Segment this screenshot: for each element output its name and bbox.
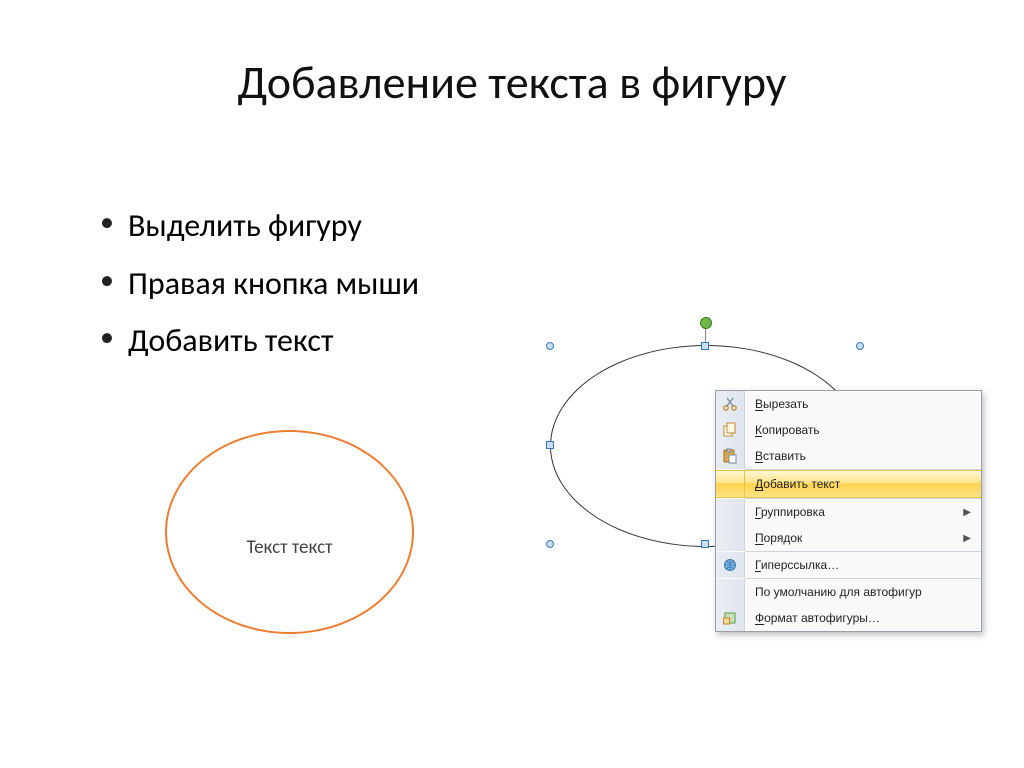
menu-icon-slot xyxy=(716,471,745,497)
hyperlink-icon xyxy=(716,552,745,578)
menu-item[interactable]: Вставить xyxy=(716,443,981,469)
format-icon xyxy=(716,605,745,631)
resize-handle-tl[interactable] xyxy=(546,342,554,350)
menu-icon-slot xyxy=(716,499,745,525)
menu-item-label: Порядок xyxy=(745,531,963,545)
shape-text: Текст текст xyxy=(247,536,333,559)
menu-item[interactable]: Добавить текст xyxy=(716,470,981,498)
bullet-list: Выделить фигуру Правая кнопка мыши Добав… xyxy=(60,197,419,370)
menu-item[interactable]: Копировать xyxy=(716,417,981,443)
bullet-item: Добавить текст xyxy=(100,312,419,370)
menu-item-label: Вырезать xyxy=(745,397,981,411)
rotation-handle[interactable] xyxy=(700,317,712,329)
resize-handle-b[interactable] xyxy=(701,540,709,548)
menu-item-label: Вставить xyxy=(745,449,981,463)
cut-icon xyxy=(716,391,745,417)
menu-item-label: Копировать xyxy=(745,423,981,437)
menu-icon-slot xyxy=(716,579,745,605)
resize-handle-bl[interactable] xyxy=(546,540,554,548)
slide-title: Добавление текста в фигуру xyxy=(0,55,1024,111)
example-shape-orange-ellipse: Текст текст xyxy=(165,430,414,634)
menu-item-label: Добавить текст xyxy=(745,477,981,491)
resize-handle-l[interactable] xyxy=(546,441,554,449)
submenu-arrow-icon: ▶ xyxy=(963,507,981,518)
slide: Добавление текста в фигуру Выделить фигу… xyxy=(0,0,1024,768)
menu-item[interactable]: Вырезать xyxy=(716,391,981,417)
bullet-item: Выделить фигуру xyxy=(100,197,419,255)
context-menu[interactable]: Вырезать Копировать Вставить Добавить текст… xyxy=(715,390,982,632)
bullet-item: Правая кнопка мыши xyxy=(100,255,419,313)
menu-icon-slot xyxy=(716,525,745,551)
menu-item[interactable]: Порядок▶ xyxy=(716,525,981,551)
paste-icon xyxy=(716,443,745,469)
resize-handle-t[interactable] xyxy=(701,342,709,350)
menu-item[interactable]: Группировка▶ xyxy=(716,499,981,525)
menu-item[interactable]: По умолчанию для автофигур xyxy=(716,579,981,605)
copy-icon xyxy=(716,417,745,443)
menu-item[interactable]: Гиперссылка… xyxy=(716,552,981,578)
resize-handle-tr[interactable] xyxy=(856,342,864,350)
menu-item-label: По умолчанию для автофигур xyxy=(745,585,981,599)
menu-item-label: Группировка xyxy=(745,505,963,519)
submenu-arrow-icon: ▶ xyxy=(963,533,981,544)
menu-item-label: Гиперссылка… xyxy=(745,558,981,572)
menu-item-label: Формат автофигуры… xyxy=(745,611,981,625)
menu-item[interactable]: Формат автофигуры… xyxy=(716,605,981,631)
